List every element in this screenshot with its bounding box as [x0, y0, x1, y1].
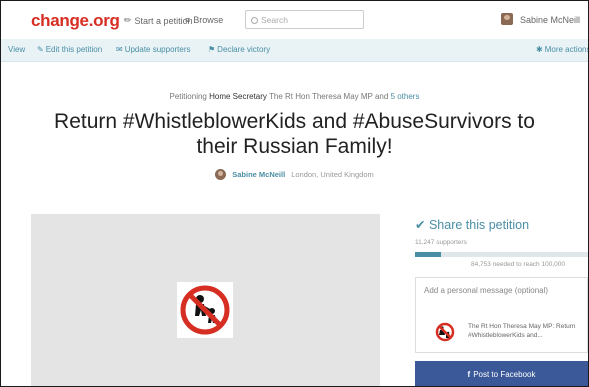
- petition-target-name: The Rt Hon Theresa May MP: [268, 92, 373, 101]
- author-name[interactable]: Sabine McNeill: [232, 170, 285, 179]
- author-row: Sabine McNeill London, United Kingdom: [1, 169, 588, 180]
- start-petition-link[interactable]: ✏ Start a petition: [124, 15, 193, 26]
- share-preview-image: [424, 322, 466, 342]
- edit-petition-button[interactable]: ✎ Edit this petition: [37, 45, 102, 54]
- declare-victory-button[interactable]: ⚑ Declare victory: [208, 45, 270, 54]
- browse-link[interactable]: ≡ Browse: [185, 15, 223, 25]
- post-to-facebook-button[interactable]: f Post to Facebook: [415, 361, 588, 386]
- signatures-needed: 84,753 needed to reach 100,000: [471, 261, 565, 268]
- gear-icon: ✱: [536, 45, 543, 54]
- more-actions-button[interactable]: ✱ More actions: [536, 45, 589, 54]
- edit-petition-label: Edit this petition: [45, 45, 103, 54]
- user-avatar[interactable]: [501, 13, 513, 25]
- personal-message-placeholder: Add a personal message (optional): [424, 286, 549, 295]
- share-petition-heading: ✔ Share this petition: [415, 217, 529, 232]
- petition-target: Home Secretary: [209, 92, 267, 101]
- menu-icon: ≡: [185, 15, 191, 25]
- share-preview-text: The Rt Hon Theresa May MP: Return #Whist…: [468, 323, 576, 339]
- petition-action-bar: View ✎ Edit this petition ✉ Update support…: [1, 39, 588, 62]
- prohibition-sign-graphic: [180, 285, 230, 335]
- more-actions-label: More actions: [544, 45, 589, 54]
- logo[interactable]: change.org: [31, 11, 120, 31]
- others-link[interactable]: 5 others: [391, 92, 420, 101]
- pencil-icon: ✎: [37, 45, 44, 54]
- view-label: View: [8, 45, 26, 54]
- browse-label: Browse: [193, 15, 224, 25]
- share-title-label: Share this petition: [428, 218, 530, 232]
- petition-title: Return #WhistleblowerKids and #AbuseSurv…: [54, 110, 535, 158]
- search-icon: [251, 17, 258, 24]
- search-placeholder: Search: [261, 15, 288, 25]
- author-avatar: [215, 169, 227, 180]
- post-to-facebook-label: Post to Facebook: [473, 370, 536, 379]
- signature-progress-bar: [415, 252, 588, 257]
- user-name[interactable]: Sabine McNeill: [520, 15, 580, 25]
- start-petition-label: Start a petition: [134, 15, 193, 26]
- petitioning-and: and: [374, 92, 389, 101]
- flag-icon: ⚑: [208, 45, 216, 54]
- declare-victory-label: Declare victory: [217, 45, 271, 54]
- top-header: change.org ✏ Start a petition ≡ Browse S…: [1, 1, 588, 39]
- update-supporters-button[interactable]: ✉ Update supporters: [116, 45, 191, 54]
- petitioning-prefix: Petitioning: [169, 92, 207, 101]
- facebook-icon: f: [467, 370, 471, 379]
- petitioning-line: Petitioning Home Secretary The Rt Hon Th…: [1, 92, 588, 101]
- author-location: London, United Kingdom: [291, 170, 374, 179]
- update-supporters-label: Update supporters: [124, 45, 191, 54]
- supporters-count: 11,247 supporters: [415, 239, 467, 246]
- share-preview-graphic: [435, 322, 455, 342]
- signature-progress-fill: [415, 252, 441, 257]
- check-icon: ✔: [415, 218, 426, 232]
- personal-message-field[interactable]: Add a personal message (optional) The Rt…: [415, 277, 588, 353]
- pencil-icon: ✏: [124, 15, 132, 25]
- envelope-icon: ✉: [116, 45, 123, 54]
- prohibition-sign-image: [177, 282, 233, 338]
- view-button[interactable]: View: [8, 45, 25, 54]
- search-input[interactable]: Search: [245, 10, 364, 29]
- page-frame: change.org ✏ Start a petition ≡ Browse S…: [0, 0, 589, 387]
